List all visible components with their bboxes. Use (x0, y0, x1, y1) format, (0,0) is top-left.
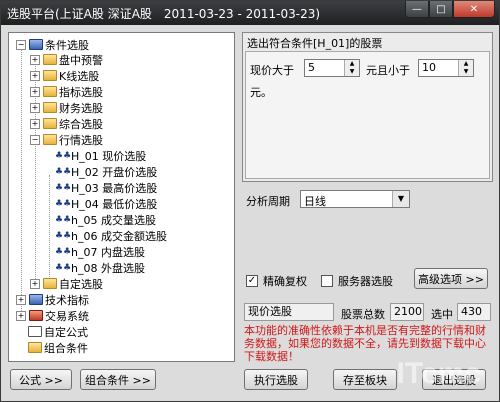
expand-toggle[interactable]: + (16, 310, 26, 321)
tree-root[interactable]: + 交易系统 (16, 308, 89, 323)
expand-toggle[interactable]: + (30, 278, 40, 289)
tree-root[interactable]: 组合条件 (28, 340, 88, 355)
tree-leaf[interactable]: ♣♣ h_05 成交量选股 (55, 212, 156, 227)
trade-system-icon (29, 310, 43, 321)
folder-icon (28, 342, 42, 353)
save-to-block-button[interactable]: 存至板块 (333, 369, 397, 390)
chosen-label: 选中 (431, 308, 453, 321)
collapse-toggle[interactable]: − (16, 39, 26, 50)
chosen-count-field: 430 (457, 303, 491, 321)
period-label: 分析周期 (246, 195, 290, 208)
condition-panel: 选出符合条件[H_01]的股票 现价大于 5 ▲ ▼ 元且小于 10 ▲ ▼ 元。 (242, 32, 493, 182)
expand-toggle[interactable]: + (30, 86, 40, 97)
tree-leaf[interactable]: ♣♣ H_02 开盘价选股 (55, 164, 157, 179)
window-title: 选股平台(上证A股 深证A股 2011-03-23 - 2011-03-23) (7, 7, 321, 21)
folder-icon (43, 54, 57, 65)
tree-group[interactable]: + K线选股 (30, 68, 99, 83)
server-pick-checkbox[interactable]: 服务器选股 (321, 273, 393, 289)
checkbox-box[interactable]: ✓ (246, 275, 258, 287)
folder-icon (43, 86, 57, 97)
expand-toggle[interactable]: + (30, 102, 40, 113)
spin-arrows[interactable]: ▲ ▼ (344, 60, 359, 76)
expand-toggle[interactable]: + (30, 118, 40, 129)
tree-group[interactable]: + 盘中预警 (30, 52, 103, 67)
expand-toggle[interactable]: + (30, 70, 40, 81)
price-gt-label: 现价大于 (250, 64, 294, 77)
tree-leaf[interactable]: ♣♣ H_01 现价选股 (55, 148, 146, 163)
stock-picker-window: 选股平台(上证A股 深证A股 2011-03-23 - 2011-03-23) … (0, 0, 500, 402)
indicator-icon (29, 294, 43, 305)
edit-formula-icon (28, 326, 42, 337)
tree-group[interactable]: + 自定选股 (30, 276, 103, 291)
precise-adjust-checkbox[interactable]: ✓ 精确复权 (246, 273, 307, 289)
folder-icon (43, 278, 57, 289)
chevron-down-icon[interactable]: ▼ (392, 191, 409, 207)
and-lt-label: 元且小于 (366, 64, 410, 77)
unit-label: 元。 (250, 86, 272, 99)
tree-leaf[interactable]: ♣♣ H_03 最高价选股 (55, 180, 157, 195)
folder-icon (43, 118, 57, 129)
formula-icon: ♣♣ (55, 150, 72, 161)
formula-icon: ♣♣ (55, 230, 72, 241)
tree-group[interactable]: + 指标选股 (30, 84, 103, 99)
condition-title: 选出符合条件[H_01]的股票 (247, 37, 383, 50)
tree-leaf[interactable]: ♣♣ h_06 成交金额选股 (55, 228, 167, 243)
formula-button[interactable]: 公式 >> (10, 369, 72, 390)
tree-leaf[interactable]: ♣♣ H_04 最低价选股 (55, 196, 157, 211)
folder-icon (43, 102, 57, 113)
tree-group[interactable]: + 综合选股 (30, 116, 103, 131)
spin-arrows[interactable]: ▲ ▼ (458, 60, 473, 76)
formula-icon: ♣♣ (55, 182, 72, 193)
price-max-spinner[interactable]: 10 ▲ ▼ (418, 59, 474, 77)
total-label: 股票总数 (341, 308, 385, 321)
tree-leaf[interactable]: ♣♣ h_07 内盘选股 (55, 244, 145, 259)
maximize-button[interactable]: □ (429, 1, 453, 18)
folder-open-icon (43, 134, 57, 145)
formula-icon: ♣♣ (55, 198, 72, 209)
condition-tree[interactable]: − 条件选股 + 盘中预警 + K线选股 + 指标选股 + 财务选股 + 综合选… (8, 32, 235, 362)
tree-group[interactable]: − 行情选股 (30, 132, 103, 147)
folder-icon (43, 70, 57, 81)
tree-root[interactable]: − 条件选股 (16, 37, 89, 52)
tree-root[interactable]: + 技术指标 (16, 292, 89, 307)
minimize-button[interactable]: — (405, 1, 429, 18)
expand-toggle[interactable]: + (30, 54, 40, 65)
checkbox-box[interactable] (321, 275, 333, 287)
total-count-field: 2100 (390, 303, 424, 321)
formula-icon: ♣♣ (55, 214, 72, 225)
run-selection-button[interactable]: 执行选股 (244, 369, 308, 390)
tree-root[interactable]: 自定公式 (28, 324, 88, 339)
formula-icon: ♣♣ (55, 246, 72, 257)
watermark: ITcmc (396, 357, 481, 390)
expand-toggle[interactable]: + (16, 294, 26, 305)
formula-icon: ♣♣ (55, 166, 72, 177)
collapse-toggle[interactable]: − (30, 134, 40, 145)
close-button[interactable]: ✕ (453, 1, 495, 18)
condition-params: 现价大于 5 ▲ ▼ 元且小于 10 ▲ ▼ 元。 (245, 51, 490, 179)
tree-leaf[interactable]: ♣♣ h_08 外盘选股 (55, 260, 145, 275)
combo-condition-button[interactable]: 组合条件 >> (80, 369, 156, 390)
selected-condition-field: 现价选股 (244, 303, 334, 321)
tree-group[interactable]: + 财务选股 (30, 100, 103, 115)
window-controls: — □ ✕ (405, 1, 495, 21)
period-select[interactable]: 日线 ▼ (300, 190, 410, 208)
formula-icon: ♣♣ (55, 262, 72, 273)
advanced-options-button[interactable]: 高级选项 >> (414, 268, 488, 289)
title-bar[interactable]: 选股平台(上证A股 深证A股 2011-03-23 - 2011-03-23) … (1, 1, 499, 25)
price-min-spinner[interactable]: 5 ▲ ▼ (304, 59, 360, 77)
folder-icon (29, 39, 43, 50)
